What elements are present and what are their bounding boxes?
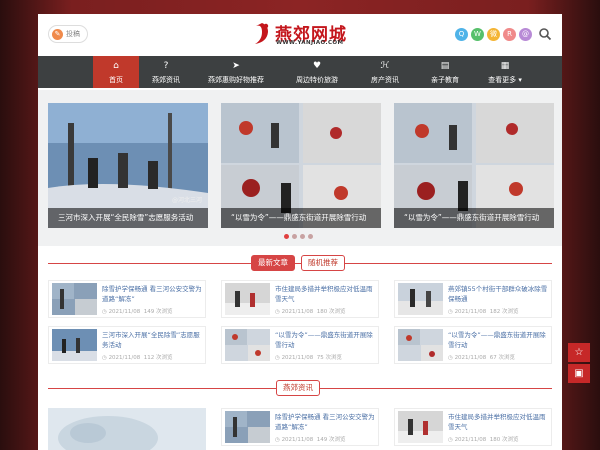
email-icon[interactable]: @: [519, 27, 532, 41]
carousel-dot[interactable]: [300, 234, 305, 239]
article-title[interactable]: 燕郊镇55个村街干部群众破冰除雪保畅通: [448, 284, 548, 304]
article-meta: ◷ 2021/11/08 67 次浏览: [448, 355, 516, 361]
submit-label: 投稿: [66, 30, 80, 38]
article-thumbnail: [225, 411, 270, 443]
slide[interactable]: “以雪为令”——鼎盛东街道开展除雪行动: [221, 103, 381, 228]
carousel-dot[interactable]: [292, 234, 297, 239]
article-meta: ◷ 2021/11/08 149 次浏览: [275, 437, 346, 443]
article-card[interactable]: 三河市深入开展“全民除雪”志愿服务活动 ◷ 2021/11/08 112 次浏览: [48, 326, 206, 364]
article-title[interactable]: 除雪护学保畅通 看三河公安交警为道路“解冻”: [275, 412, 375, 432]
article-meta: ◷ 2021/11/08 180 次浏览: [448, 437, 519, 443]
article-thumbnail: [225, 329, 270, 361]
article-meta: ◷ 2021/11/08 182 次浏览: [448, 309, 519, 315]
carousel-dot[interactable]: [284, 234, 289, 239]
carousel-dot[interactable]: [308, 234, 313, 239]
tab-random[interactable]: 随机推荐: [301, 255, 345, 271]
article-thumbnail: [398, 329, 443, 361]
slide-caption: 三河市深入开展“全民除雪”志愿服务活动: [48, 208, 208, 228]
news-section-header: 燕郊资讯: [48, 380, 552, 396]
home-icon: ⌂: [113, 61, 119, 71]
tab-latest[interactable]: 最新文章: [251, 255, 295, 271]
article-title[interactable]: “以雪为令”——鼎盛东街道开展除雪行动: [448, 330, 548, 350]
article-title[interactable]: 市住建局多措并举积极应对低温雨雪天气: [448, 412, 548, 432]
help-icon: ?: [163, 61, 169, 71]
nav-realestate[interactable]: ℋ 房产资讯: [355, 56, 415, 88]
grid-icon: ▦: [500, 61, 510, 71]
main-nav: ⌂ 首页 ? 燕郊资讯 ➤ 燕郊惠购好物推荐 ♥ 周边特价旅游 ℋ 房产资讯 ▤…: [38, 56, 562, 88]
article-card[interactable]: “以雪为令”——鼎盛东街道开展除雪行动 ◷ 2021/11/08 67 次浏览: [394, 326, 552, 364]
article-title[interactable]: “以雪为令”——鼎盛东街道开展除雪行动: [275, 330, 375, 350]
nav-travel[interactable]: ♥ 周边特价旅游: [279, 56, 355, 88]
star-icon: ☆: [574, 347, 584, 358]
image-carousel: @河北三河 三河市深入开展“全民除雪”志愿服务活动 “以雪为令”——鼎盛东街道开…: [38, 90, 562, 246]
favorite-button[interactable]: ☆: [568, 343, 590, 362]
nav-education[interactable]: ▤ 亲子教育: [415, 56, 475, 88]
search-icon[interactable]: [538, 27, 552, 41]
pen-icon: ✎: [52, 28, 63, 40]
article-card[interactable]: “以雪为令”——鼎盛东街道开展除雪行动 ◷ 2021/11/08 75 次浏览: [221, 326, 379, 364]
article-title[interactable]: 市住建局多措并举积极应对低温雨雪天气: [275, 284, 375, 304]
qq-icon[interactable]: Q: [455, 27, 468, 41]
qrcode-button[interactable]: ▣: [568, 364, 590, 383]
article-card[interactable]: 市住建局多措并举积极应对低温雨雪天气 ◷ 2021/11/08 180 次浏览: [221, 280, 379, 318]
page: ✎ 投稿 燕郊网城 WWW.YANJIAO.COM Q W 微 R @ ⌂ 首页…: [38, 14, 562, 450]
tab-yanjiao-news[interactable]: 燕郊资讯: [276, 380, 320, 396]
site-logo[interactable]: 燕郊网城 WWW.YANJIAO.COM: [253, 20, 348, 50]
article-thumbnail: [52, 329, 97, 361]
wechat-icon[interactable]: W: [471, 27, 484, 41]
article-thumbnail: [398, 411, 443, 443]
book-icon: ▤: [440, 61, 450, 71]
article-meta: ◷ 2021/11/08 75 次浏览: [275, 355, 343, 361]
article-card[interactable]: 除雪护学保畅通 看三河公安交警为道路“解冻” ◷ 2021/11/08 149 …: [221, 408, 379, 446]
article-title[interactable]: 除雪护学保畅通 看三河公安交警为道路“解冻”: [102, 284, 202, 304]
slide-caption: “以雪为令”——鼎盛东街道开展除雪行动: [221, 208, 381, 228]
chevron-down-icon: ▾: [518, 76, 522, 84]
qrcode-icon: ▣: [574, 368, 584, 379]
fork-knife-icon: ℋ: [380, 61, 390, 71]
slide[interactable]: “以雪为令”——鼎盛东街道开展除雪行动: [394, 103, 554, 228]
nav-yanjiao-news[interactable]: ? 燕郊资讯: [139, 56, 193, 88]
article-meta: ◷ 2021/11/08 180 次浏览: [275, 309, 346, 315]
slide[interactable]: @河北三河 三河市深入开展“全民除雪”志愿服务活动: [48, 103, 208, 228]
article-meta: ◷ 2021/11/08 149 次浏览: [102, 309, 173, 315]
watermark: @河北三河: [171, 197, 202, 204]
submit-button[interactable]: ✎ 投稿: [48, 25, 88, 43]
header: ✎ 投稿 燕郊网城 WWW.YANJIAO.COM Q W 微 R @: [38, 14, 562, 56]
rss-icon[interactable]: R: [503, 27, 516, 41]
article-title[interactable]: 三河市深入开展“全民除雪”志愿服务活动: [102, 330, 202, 350]
nav-more[interactable]: ▦ 查看更多 ▾: [475, 56, 535, 88]
featured-image[interactable]: [48, 408, 206, 450]
article-card[interactable]: 燕郊镇55个村街干部群众破冰除雪保畅通 ◷ 2021/11/08 182 次浏览: [394, 280, 552, 318]
slide-caption: “以雪为令”——鼎盛东街道开展除雪行动: [394, 208, 554, 228]
social-links: Q W 微 R @: [455, 27, 552, 41]
article-meta: ◷ 2021/11/08 112 次浏览: [102, 355, 173, 361]
article-card[interactable]: 市住建局多措并举积极应对低温雨雪天气 ◷ 2021/11/08 180 次浏览: [394, 408, 552, 446]
carousel-dots: [284, 234, 313, 239]
nav-shopping[interactable]: ➤ 燕郊惠购好物推荐: [193, 56, 279, 88]
logo-url: WWW.YANJIAO.COM: [276, 40, 344, 46]
article-thumbnail: [398, 283, 443, 315]
send-icon: ➤: [232, 61, 240, 71]
heart-icon: ♥: [312, 61, 322, 71]
logo-mark-icon: [255, 23, 269, 44]
article-thumbnail: [225, 283, 270, 315]
article-card[interactable]: 除雪护学保畅通 看三河公安交警为道路“解冻” ◷ 2021/11/08 149 …: [48, 280, 206, 318]
nav-home[interactable]: ⌂ 首页: [93, 56, 139, 88]
weibo-icon[interactable]: 微: [487, 27, 500, 41]
article-thumbnail: [52, 283, 97, 315]
latest-section-header: 最新文章 随机推荐: [48, 255, 552, 271]
